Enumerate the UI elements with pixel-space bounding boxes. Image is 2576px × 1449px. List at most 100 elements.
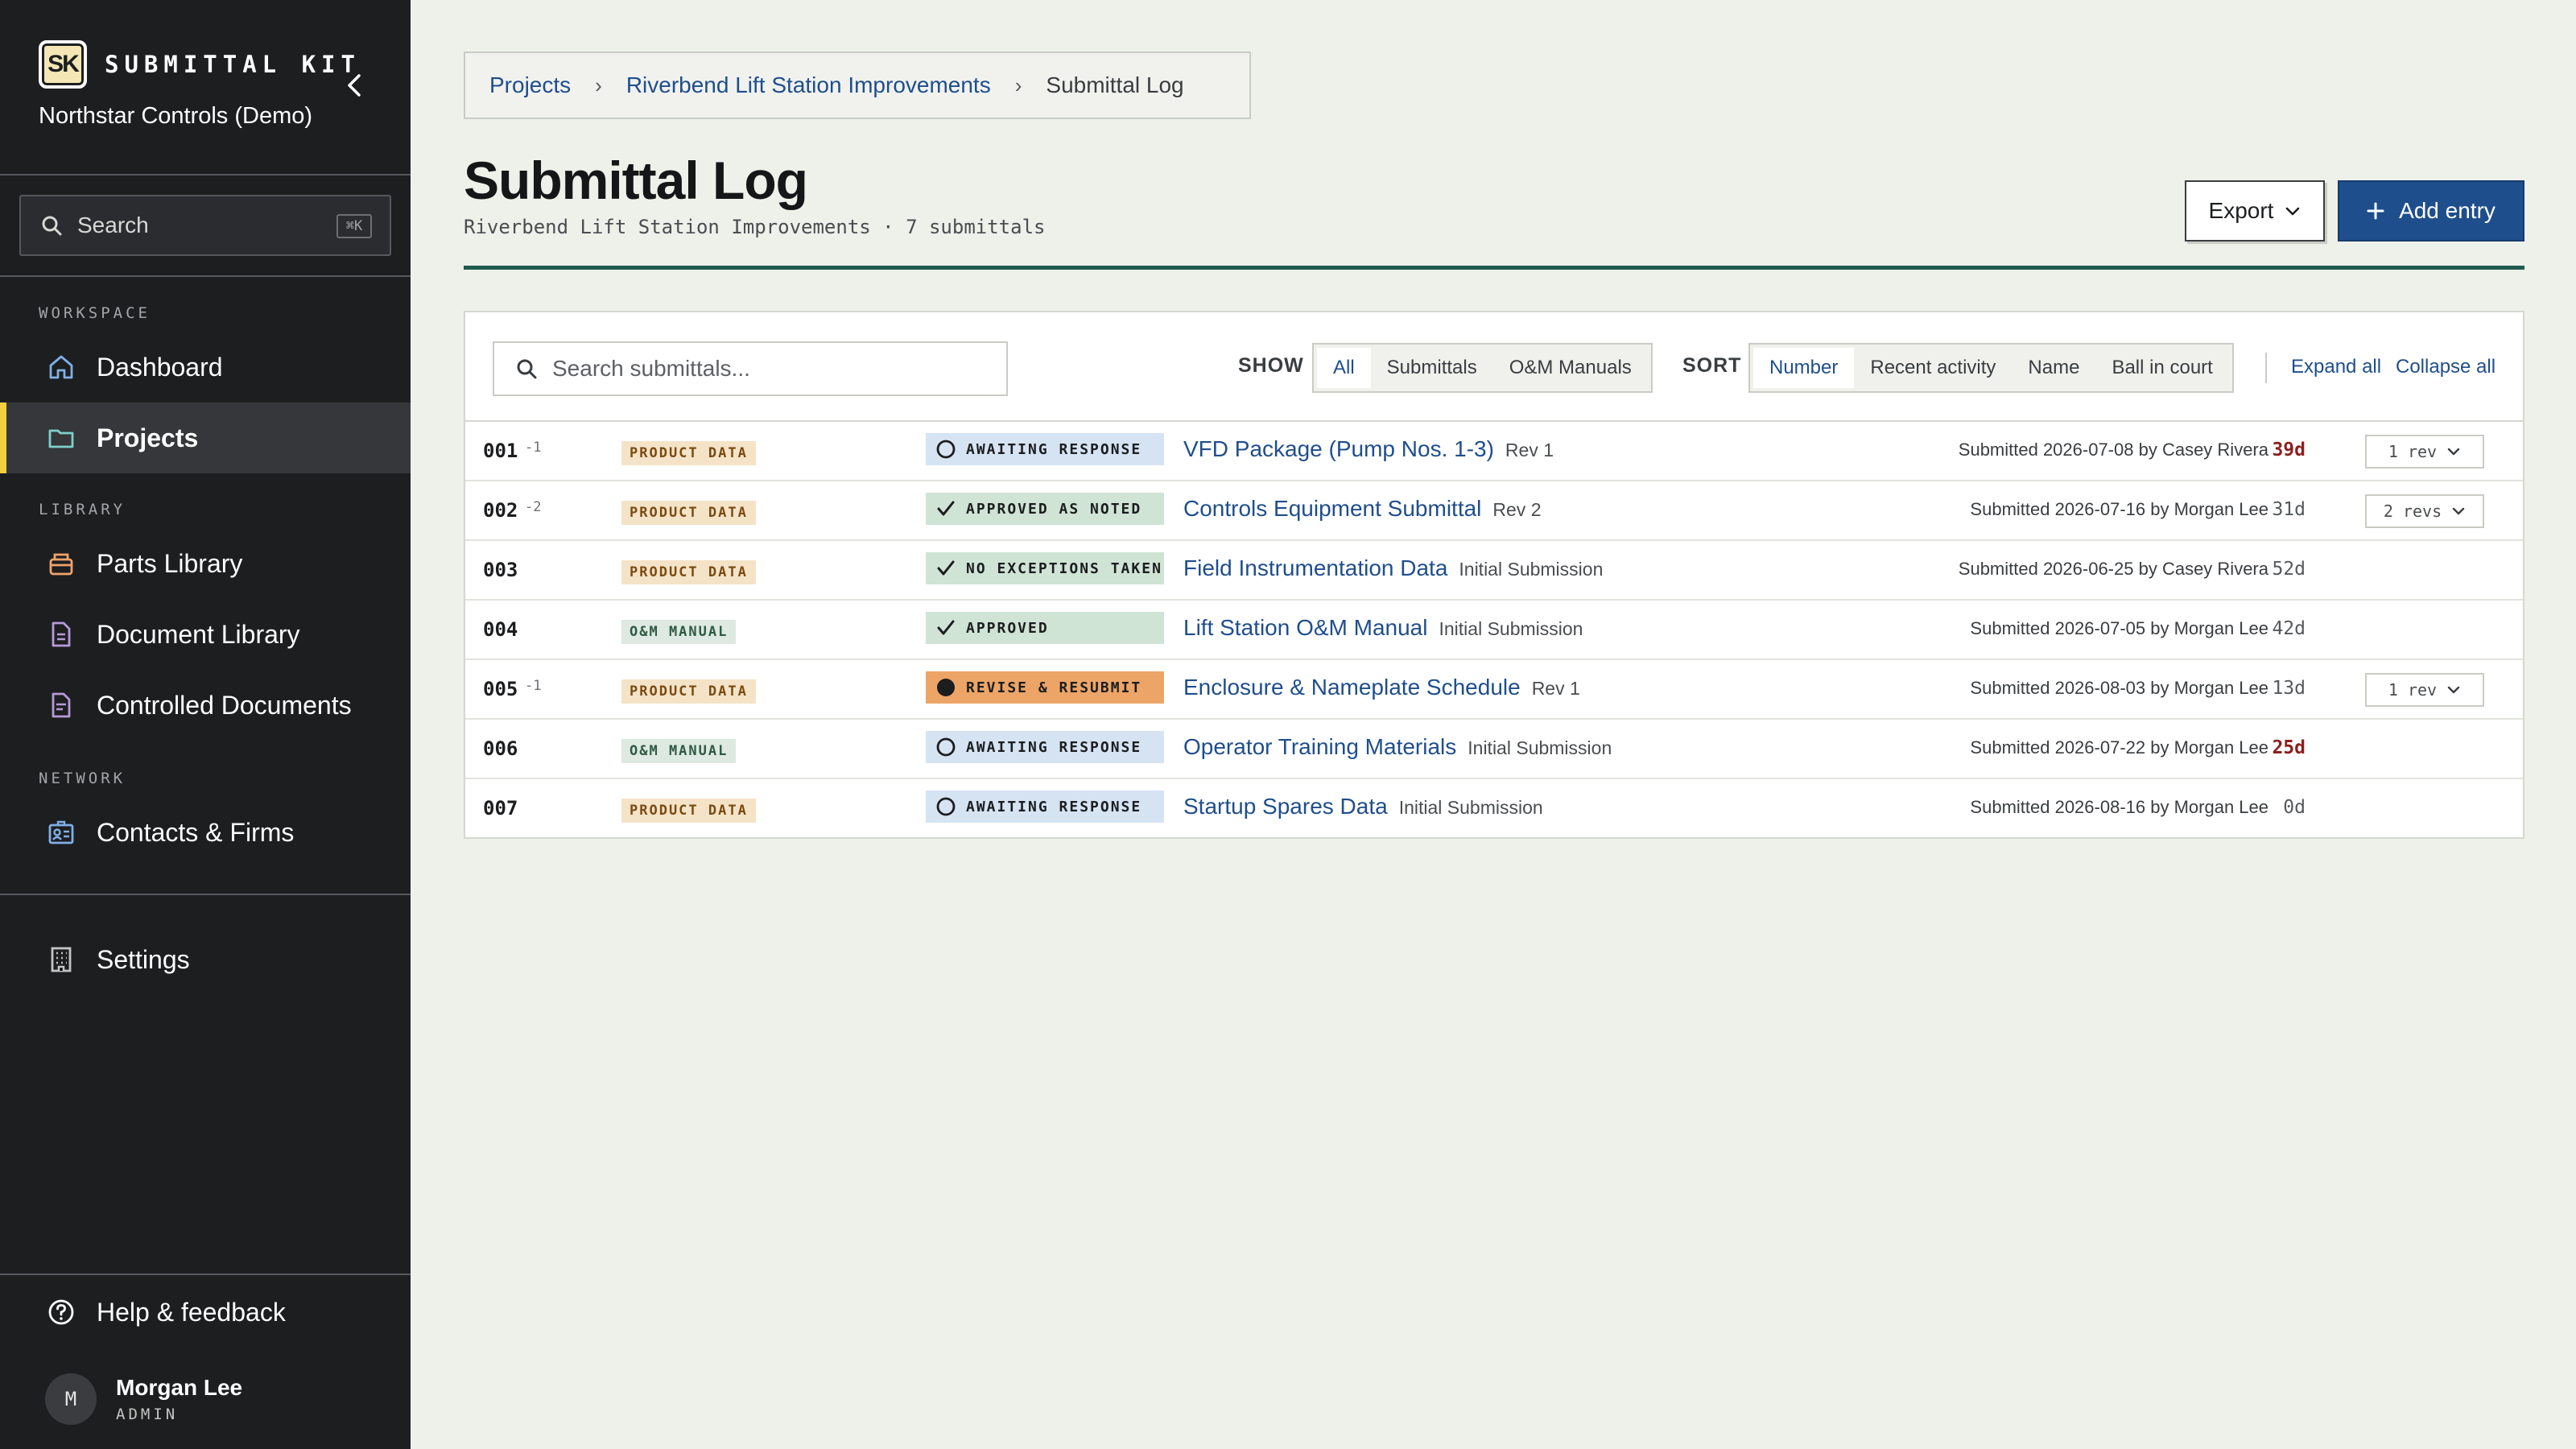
sidebar-item-projects[interactable]: Projects	[0, 402, 411, 473]
submittal-number: 001	[483, 440, 518, 462]
sort-option-number[interactable]: Number	[1753, 348, 1855, 388]
chevron-down-icon	[2447, 448, 2460, 456]
sidebar-item-dashboard[interactable]: Dashboard	[0, 332, 411, 402]
age-indicator: 39d	[2272, 440, 2306, 460]
sidebar-divider	[0, 1274, 411, 1275]
age-indicator: 13d	[2272, 678, 2306, 699]
age-indicator: 42d	[2272, 618, 2306, 639]
brand[interactable]: SK SUBMITTAL KIT	[39, 40, 361, 89]
revisions-dropdown[interactable]: 2 revs	[2365, 494, 2484, 528]
user-profile[interactable]: M Morgan Lee ADMIN	[45, 1373, 242, 1425]
submittal-search-input[interactable]	[552, 356, 1003, 382]
add-entry-button[interactable]: Add entry	[2338, 180, 2524, 242]
status-badge: NO EXCEPTIONS TAKEN	[926, 552, 1164, 584]
revisions-dropdown[interactable]: 1 rev	[2365, 673, 2484, 707]
circle-outline-icon	[935, 737, 956, 758]
circle-outline-icon	[935, 796, 956, 817]
show-option-submittals[interactable]: Submittals	[1371, 348, 1493, 388]
show-label: SHOW	[1238, 354, 1304, 377]
sidebar-item-controlled-documents[interactable]: Controlled Documents	[0, 670, 411, 741]
sidebar-search[interactable]: Search ⌘K	[19, 195, 391, 256]
revision-marker: -1	[525, 440, 542, 456]
show-option-all[interactable]: All	[1317, 348, 1371, 388]
section-label-workspace: WORKSPACE	[39, 304, 151, 322]
submitted-meta: Submitted 2026-07-22 by Morgan Lee	[1970, 737, 2268, 758]
document-icon	[47, 620, 76, 649]
submittal-title: Controls Equipment Submittal	[1183, 496, 1482, 521]
submittal-number: 003	[483, 559, 518, 581]
table-row[interactable]: 005 -1 PRODUCT DATA REVISE & RESUBMIT Enclos…	[465, 660, 2523, 720]
revision-label: Initial Submission	[1468, 737, 1612, 758]
sidebar-item-label: Settings	[97, 944, 190, 974]
collapse-sidebar-button[interactable]	[340, 71, 369, 100]
sidebar-item-contacts-firms[interactable]: Contacts & Firms	[0, 797, 411, 868]
submittal-title-link[interactable]: VFD Package (Pump Nos. 1-3) Rev 1	[1183, 436, 1554, 462]
table-row[interactable]: 007 PRODUCT DATA AWAITING RESPONSE Startup …	[465, 779, 2523, 839]
checkmark-icon	[935, 558, 956, 579]
sidebar-item-label: Parts Library	[97, 548, 243, 578]
submittal-title: Startup Spares Data	[1183, 794, 1388, 819]
breadcrumb-projects[interactable]: Projects	[489, 72, 571, 98]
revisions-dropdown[interactable]: 1 rev	[2365, 435, 2484, 469]
status-badge: AWAITING RESPONSE	[926, 433, 1164, 465]
sidebar-item-parts-library[interactable]: Parts Library	[0, 528, 411, 599]
expand-all-link[interactable]: Expand all	[2291, 356, 2381, 378]
submittal-search[interactable]	[493, 341, 1008, 396]
avatar: M	[45, 1373, 97, 1425]
age-indicator: 52d	[2272, 559, 2306, 580]
submittal-title-link[interactable]: Field Instrumentation Data Initial Submis…	[1183, 555, 1603, 581]
breadcrumb-separator: ›	[1014, 72, 1022, 97]
sidebar-item-label: Contacts & Firms	[97, 817, 295, 847]
status-text: AWAITING RESPONSE	[966, 738, 1142, 756]
sort-option-recent-activity[interactable]: Recent activity	[1854, 348, 2012, 388]
page-subtitle: Riverbend Lift Station Improvements · 7 …	[464, 216, 1046, 238]
submittal-number: 004	[483, 618, 518, 641]
submittal-title-link[interactable]: Controls Equipment Submittal Rev 2	[1183, 496, 1542, 522]
submitted-meta: Submitted 2026-08-03 by Morgan Lee	[1970, 678, 2268, 698]
status-badge: AWAITING RESPONSE	[926, 791, 1164, 823]
type-badge: PRODUCT DATA	[621, 501, 756, 525]
circle-outline-icon	[935, 439, 956, 460]
status-text: AWAITING RESPONSE	[966, 798, 1142, 815]
sort-option-name[interactable]: Name	[2012, 348, 2095, 388]
sidebar-item-settings[interactable]: Settings	[0, 924, 411, 995]
revision-label: Initial Submission	[1459, 559, 1604, 580]
chevron-left-icon	[348, 74, 361, 97]
sidebar-item-document-library[interactable]: Document Library	[0, 599, 411, 670]
export-button[interactable]: Export	[2185, 180, 2325, 242]
collapse-all-link[interactable]: Collapse all	[2396, 356, 2496, 378]
table-row[interactable]: 002 -2 PRODUCT DATA APPROVED AS NOTED Contro…	[465, 481, 2523, 541]
submittal-title-link[interactable]: Enclosure & Nameplate Schedule Rev 1	[1183, 675, 1580, 700]
submittal-title-link[interactable]: Operator Training Materials Initial Submi…	[1183, 734, 1612, 760]
table-row[interactable]: 004 O&M MANUAL APPROVED Lift Station O&M Ma…	[465, 601, 2523, 660]
type-badge: PRODUCT DATA	[621, 799, 756, 823]
breadcrumb-project[interactable]: Riverbend Lift Station Improvements	[626, 72, 991, 98]
sidebar-item-label: Controlled Documents	[97, 690, 352, 720]
submitted-meta: Submitted 2026-07-08 by Casey Rivera	[1958, 440, 2268, 460]
type-badge: O&M MANUAL	[621, 620, 737, 644]
checkmark-icon	[935, 498, 956, 519]
submittal-title-link[interactable]: Lift Station O&M Manual Initial Submissio…	[1183, 615, 1583, 641]
revisions-count: 1 rev	[2388, 442, 2438, 461]
help-feedback-link[interactable]: Help & feedback	[0, 1277, 411, 1348]
sidebar-item-label: Projects	[97, 423, 199, 452]
status-text: REVISE & RESUBMIT	[966, 679, 1142, 696]
submittal-title-link[interactable]: Startup Spares Data Initial Submission	[1183, 794, 1543, 819]
show-option-om-manuals[interactable]: O&M Manuals	[1493, 348, 1648, 388]
breadcrumb: Projects › Riverbend Lift Station Improv…	[464, 52, 1251, 119]
status-badge: APPROVED AS NOTED	[926, 493, 1164, 525]
table-row[interactable]: 003 PRODUCT DATA NO EXCEPTIONS TAKEN Field …	[465, 541, 2523, 601]
sidebar-divider	[0, 894, 411, 895]
submittal-title: Enclosure & Nameplate Schedule	[1183, 675, 1521, 700]
status-badge: REVISE & RESUBMIT	[926, 671, 1164, 704]
submittal-number: 006	[483, 737, 518, 760]
submittal-title: Field Instrumentation Data	[1183, 555, 1448, 580]
section-label-network: NETWORK	[39, 770, 126, 787]
submitted-meta: Submitted 2026-07-05 by Morgan Lee	[1970, 618, 2268, 638]
show-filter: All Submittals O&M Manuals	[1312, 343, 1653, 393]
table-row[interactable]: 006 O&M MANUAL AWAITING RESPONSE Operator T…	[465, 720, 2523, 779]
table-row[interactable]: 001 -1 PRODUCT DATA AWAITING RESPONSE VFD Pa…	[465, 422, 2523, 481]
sort-option-ball-in-court[interactable]: Ball in court	[2095, 348, 2228, 388]
contact-card-icon	[47, 818, 76, 847]
submittal-number: 007	[483, 797, 518, 819]
